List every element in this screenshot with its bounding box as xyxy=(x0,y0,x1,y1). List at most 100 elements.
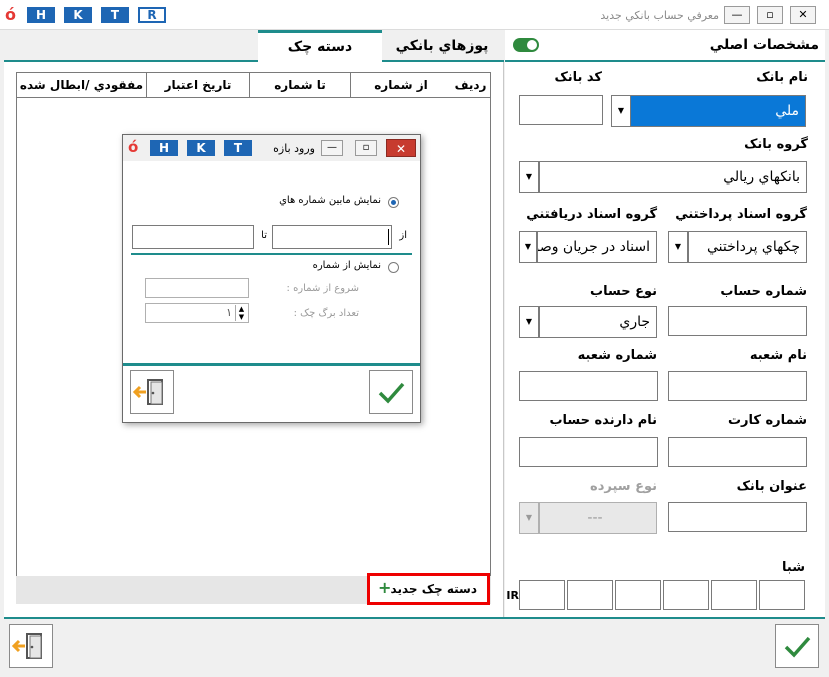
branch-name-input[interactable] xyxy=(668,371,807,401)
sheba-input-6[interactable] xyxy=(759,580,805,610)
close-button[interactable]: ✕ xyxy=(790,6,816,24)
hotkey-r-button[interactable]: R xyxy=(138,7,166,23)
sheba-input-3[interactable] xyxy=(615,580,661,610)
bank-code-input[interactable] xyxy=(519,95,603,125)
col-row[interactable]: رديف xyxy=(451,73,490,97)
from-label: از xyxy=(399,230,407,241)
range-dialog-title: ورود بازه xyxy=(273,142,315,155)
confirm-button[interactable] xyxy=(775,624,819,668)
checkmark-icon xyxy=(378,382,405,404)
hotkey-t-button[interactable]: T xyxy=(101,7,129,23)
branch-number-input[interactable] xyxy=(519,371,658,401)
account-type-select[interactable]: جاري xyxy=(539,306,657,338)
range-to-input[interactable] xyxy=(132,225,254,249)
modal-hotkey-k-button[interactable]: K xyxy=(187,140,215,156)
bank-title-input[interactable] xyxy=(668,502,807,532)
dropdown-arrow-icon: ▼ xyxy=(525,172,533,181)
app-logo-icon: ó xyxy=(128,138,139,156)
exit-button[interactable] xyxy=(9,624,53,668)
account-type-dropdown[interactable]: ▼ xyxy=(519,306,539,338)
stepper-arrows-icon[interactable]: ▲ ▼ xyxy=(235,305,247,321)
receivable-doc-group-select[interactable]: اسناد در جريان وصو xyxy=(537,231,657,263)
dropdown-arrow-icon: ▼ xyxy=(524,242,532,251)
account-type-label: نوع حساب xyxy=(590,284,657,299)
restore-button[interactable]: ▫ xyxy=(757,6,783,24)
account-holder-label: نام دارنده حساب xyxy=(549,413,657,428)
modal-minimize-button[interactable]: — xyxy=(321,140,343,156)
start-number-label: شروع از شماره : xyxy=(286,283,359,294)
sheba-input-5[interactable] xyxy=(711,580,757,610)
bank-name-select[interactable]: ملي xyxy=(629,95,806,127)
bank-group-select[interactable]: بانکهاي ريالي xyxy=(539,161,807,193)
tab-bar: دسته چک پوزهاي بانکي xyxy=(4,30,504,62)
bottom-separator xyxy=(4,617,825,619)
account-number-label: شماره حساب xyxy=(720,284,807,299)
card-number-input[interactable] xyxy=(668,437,807,467)
payable-doc-group-dropdown[interactable]: ▼ xyxy=(668,231,688,263)
dialog-separator xyxy=(131,253,412,255)
dropdown-arrow-icon: ▼ xyxy=(617,106,625,115)
sheet-count-stepper[interactable]: ۱ ▲ ▼ xyxy=(145,303,249,323)
start-number-input[interactable] xyxy=(145,278,249,298)
dropdown-arrow-icon: ▼ xyxy=(525,317,533,326)
bank-group-label: گروه بانک xyxy=(744,137,808,152)
modal-exit-button[interactable] xyxy=(130,370,174,414)
col-expiry-date[interactable]: تاريخ اعتبار xyxy=(146,73,249,97)
bank-group-dropdown[interactable]: ▼ xyxy=(519,161,539,193)
window-title: معرفي حساب بانکي جديد xyxy=(600,9,719,22)
minimize-icon: — xyxy=(731,8,743,21)
bank-code-label: کد بانک xyxy=(554,70,602,85)
checkbook-grid-header: رديف از شماره تا شماره تاريخ اعتبار مفقو… xyxy=(16,72,491,98)
payable-doc-group-select[interactable]: چکهاي پرداختني xyxy=(688,231,807,263)
receivable-doc-group-dropdown[interactable]: ▼ xyxy=(519,231,537,263)
checkmark-icon xyxy=(784,636,811,658)
deposit-type-dropdown[interactable]: ▼ xyxy=(519,502,539,534)
text-caret xyxy=(388,229,389,245)
card-number-label: شماره کارت xyxy=(727,413,807,428)
new-checkbook-button[interactable]: + دسته چک جديد xyxy=(367,573,490,605)
receivable-doc-group-label: گروه اسناد دريافتني xyxy=(526,207,657,222)
range-between-radio[interactable] xyxy=(388,197,399,208)
branch-name-label: نام شعبه xyxy=(749,348,807,363)
plus-icon: + xyxy=(378,578,392,597)
sheet-count-value: ۱ xyxy=(226,306,232,319)
restore-icon: ▫ xyxy=(766,8,774,21)
close-icon: ✕ xyxy=(395,142,407,156)
bank-name-dropdown[interactable]: ▼ xyxy=(611,95,631,127)
sheba-input-1[interactable] xyxy=(519,580,565,610)
branch-number-label: شماره شعبه xyxy=(577,348,657,363)
account-number-input[interactable] xyxy=(668,306,807,336)
dialog-bottom-separator xyxy=(123,363,420,366)
from-number-radio[interactable] xyxy=(388,262,399,273)
col-to-number[interactable]: تا شماره xyxy=(249,73,350,97)
payable-doc-group-label: گروه اسناد پرداختني xyxy=(675,207,807,222)
minimize-button[interactable]: — xyxy=(724,6,750,24)
minimize-icon: — xyxy=(327,142,337,153)
modal-hotkey-t-button[interactable]: T xyxy=(224,140,252,156)
modal-close-button[interactable]: ✕ xyxy=(386,139,416,157)
exit-door-icon xyxy=(11,633,42,659)
col-lost-void[interactable]: مفقودي /ابطال شده xyxy=(17,73,146,97)
hotkey-k-button[interactable]: K xyxy=(64,7,92,23)
modal-restore-button[interactable]: ▫ xyxy=(355,140,377,156)
account-holder-input[interactable] xyxy=(519,437,658,467)
sheba-input-2[interactable] xyxy=(567,580,613,610)
exit-door-icon xyxy=(132,379,163,405)
from-number-label: نمايش از شماره xyxy=(312,260,381,271)
close-icon: ✕ xyxy=(798,8,808,21)
modal-hotkey-h-button[interactable]: H xyxy=(150,140,178,156)
section-header: مشخصات اصلي xyxy=(505,30,825,62)
sheba-input-4[interactable] xyxy=(663,580,709,610)
hotkey-h-button[interactable]: H xyxy=(27,7,55,23)
restore-icon: ▫ xyxy=(362,142,370,153)
range-dialog-title-bar: ó H K T ورود بازه — ▫ ✕ xyxy=(123,135,420,161)
tab-checkbook[interactable]: دسته چک xyxy=(258,30,382,62)
modal-confirm-button[interactable] xyxy=(369,370,413,414)
sheba-label: شبا xyxy=(782,560,805,575)
range-from-input[interactable] xyxy=(272,225,392,249)
tab-bank-pos[interactable]: پوزهاي بانکي xyxy=(386,30,498,62)
deposit-type-select[interactable]: --- xyxy=(539,502,657,534)
col-from-number[interactable]: از شماره xyxy=(350,73,451,97)
sheba-prefix: IR xyxy=(506,589,519,602)
section-toggle[interactable] xyxy=(513,38,539,52)
